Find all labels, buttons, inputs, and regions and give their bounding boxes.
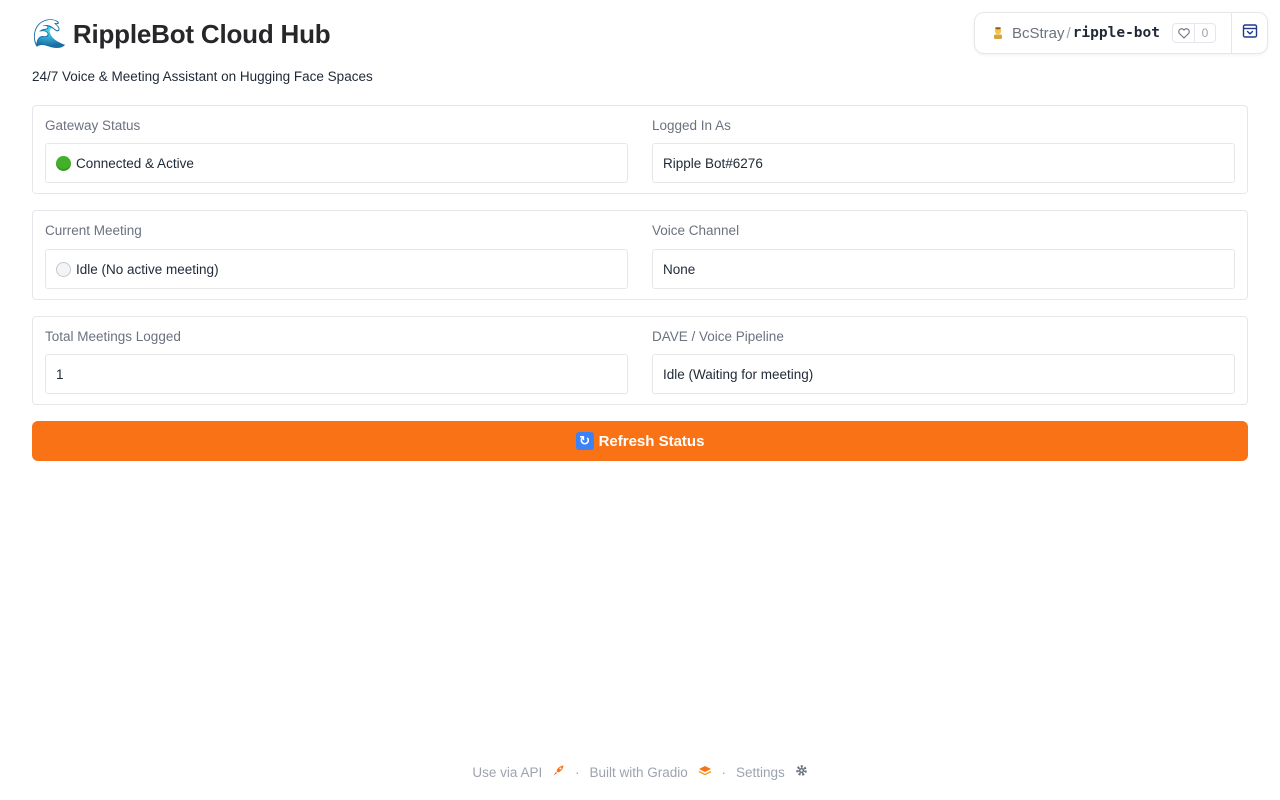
white-circle-icon bbox=[56, 261, 71, 277]
voice-channel-value-box[interactable]: None bbox=[652, 249, 1235, 289]
wave-icon: 🌊 bbox=[32, 18, 67, 49]
collapse-header-button[interactable] bbox=[1232, 13, 1268, 53]
space-repo-link[interactable]: ripple-bot bbox=[1073, 25, 1160, 41]
voice-channel-value: None bbox=[663, 261, 696, 277]
owner-avatar-icon bbox=[991, 26, 1005, 40]
voice-pipeline-value-box[interactable]: Idle (Waiting for meeting) bbox=[652, 354, 1235, 394]
settings-label: Settings bbox=[736, 765, 785, 780]
use-via-api-label: Use via API bbox=[472, 765, 543, 780]
space-badge: BcStray / ripple-bot 0 bbox=[974, 12, 1268, 54]
space-owner-link[interactable]: BcStray bbox=[1012, 25, 1065, 42]
status-row-gateway: Gateway Status Connected & Active Logged… bbox=[32, 105, 1248, 194]
use-via-api-link[interactable]: Use via API bbox=[472, 764, 565, 780]
like-count: 0 bbox=[1201, 26, 1209, 40]
voice-channel-label: Voice Channel bbox=[652, 223, 740, 238]
status-row-pipeline: Total Meetings Logged 1 DAVE / Voice Pip… bbox=[32, 316, 1248, 405]
built-with-gradio-link[interactable]: Built with Gradio bbox=[589, 765, 711, 780]
refresh-icon: ↻ bbox=[575, 432, 594, 450]
total-meetings-label: Total Meetings Logged bbox=[45, 329, 181, 344]
current-meeting-label: Current Meeting bbox=[45, 223, 142, 238]
space-separator: / bbox=[1066, 24, 1071, 42]
collapse-icon bbox=[1242, 23, 1258, 44]
refresh-status-label: Refresh Status bbox=[598, 432, 705, 450]
logged-in-as-value-box[interactable]: Ripple Bot#6276 bbox=[652, 143, 1235, 183]
status-row-meeting: Current Meeting Idle (No active meeting)… bbox=[32, 210, 1248, 300]
heart-icon bbox=[1173, 24, 1195, 42]
gradio-logo-icon bbox=[698, 765, 712, 777]
voice-pipeline-label: DAVE / Voice Pipeline bbox=[652, 329, 784, 344]
logged-in-as-label: Logged In As bbox=[652, 118, 731, 133]
current-meeting-value-box[interactable]: Idle (No active meeting) bbox=[45, 249, 628, 289]
footer-separator-2: · bbox=[721, 764, 727, 780]
rocket-icon bbox=[552, 764, 565, 777]
built-with-gradio-label: Built with Gradio bbox=[589, 764, 688, 780]
total-meetings-value: 1 bbox=[56, 366, 64, 382]
current-meeting-value: Idle (No active meeting) bbox=[76, 261, 219, 277]
total-meetings-value-box[interactable]: 1 bbox=[45, 354, 628, 394]
gateway-status-label: Gateway Status bbox=[45, 118, 141, 133]
gateway-status-value: Connected & Active bbox=[76, 155, 194, 171]
refresh-status-button[interactable]: ↻ Refresh Status bbox=[32, 421, 1248, 461]
page-subtitle: 24/7 Voice & Meeting Assistant on Huggin… bbox=[32, 69, 373, 84]
voice-pipeline-value: Idle (Waiting for meeting) bbox=[663, 366, 814, 382]
gear-icon bbox=[795, 764, 808, 777]
like-button[interactable]: 0 bbox=[1172, 23, 1216, 43]
footer-separator: · bbox=[574, 764, 580, 780]
gateway-status-value-box[interactable]: Connected & Active bbox=[45, 143, 628, 183]
settings-link[interactable]: Settings bbox=[736, 764, 808, 780]
header: 🌊 RippleBot Cloud Hub bbox=[32, 16, 331, 52]
logged-in-as-value: Ripple Bot#6276 bbox=[663, 155, 763, 171]
green-circle-icon bbox=[56, 155, 71, 171]
page-title: RippleBot Cloud Hub bbox=[72, 18, 331, 49]
footer: Use via API · Built with Gradio · Settin… bbox=[0, 764, 1280, 780]
